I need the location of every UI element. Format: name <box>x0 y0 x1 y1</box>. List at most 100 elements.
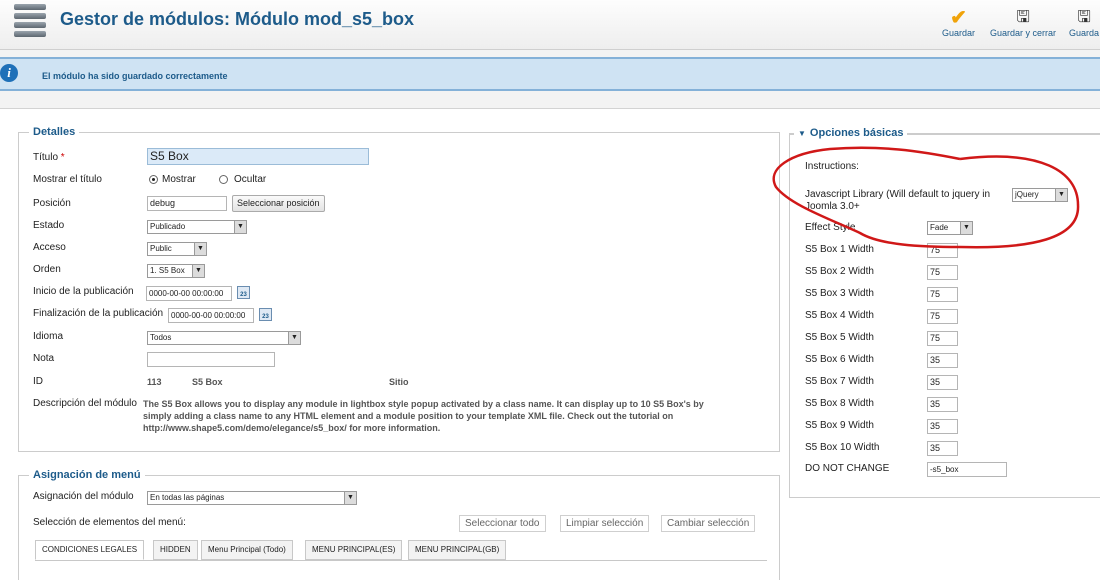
options-panel: ▼ Opciones básicas Instructions: Javascri… <box>789 127 1100 498</box>
js-library-label-line: Joomla 3.0+ <box>805 201 860 212</box>
description-line: The S5 Box allows you to display any mod… <box>143 399 704 409</box>
assignment-value: En todas las páginas <box>150 493 225 502</box>
js-library-value: jQuery <box>1015 190 1039 199</box>
module-description: The S5 Box allows you to display any mod… <box>143 398 704 434</box>
hide-title-option: Ocultar <box>234 174 267 185</box>
module-manager-icon <box>14 4 46 38</box>
check-icon: ✔ <box>950 7 967 29</box>
id-label: ID <box>33 376 43 387</box>
note-input[interactable] <box>147 352 275 367</box>
required-mark: * <box>60 152 65 163</box>
tab-hidden[interactable]: HIDDEN <box>153 540 198 560</box>
do-not-change-label: DO NOT CHANGE <box>805 463 890 474</box>
language-select[interactable]: Todos ▼ <box>147 331 301 345</box>
save-new-label: Guarda <box>1069 28 1100 38</box>
details-fieldset: Detalles Título * S5 Box Mostrar el títu… <box>18 126 780 452</box>
tab-menu-principal-todo[interactable]: Menu Principal (Todo) <box>201 540 293 560</box>
tab-condiciones-legales[interactable]: CONDICIONES LEGALES <box>35 540 145 560</box>
chevron-down-icon: ▼ <box>194 243 206 255</box>
width-input[interactable]: 35 <box>927 419 958 434</box>
description-line: http://www.shape5.com/demo/elegance/s5_b… <box>143 423 441 433</box>
width-label: S5 Box 7 Width <box>805 376 874 387</box>
width-input[interactable]: 75 <box>927 331 958 346</box>
width-label: S5 Box 9 Width <box>805 420 874 431</box>
position-input[interactable]: debug <box>147 196 227 211</box>
select-all-button[interactable]: Seleccionar todo <box>459 515 546 532</box>
save-label: Guardar <box>942 28 976 38</box>
options-header-text: Opciones básicas <box>809 127 904 139</box>
details-legend: Detalles <box>29 126 80 138</box>
state-label: Estado <box>33 220 65 231</box>
effect-style-label: Effect Style <box>805 222 856 233</box>
width-label: S5 Box 2 Width <box>805 266 874 277</box>
order-select[interactable]: 1. S5 Box ▼ <box>147 264 205 278</box>
width-label: S5 Box 10 Width <box>805 442 880 453</box>
tab-menu-principal-gb[interactable]: MENU PRINCIPAL(GB) <box>408 540 507 560</box>
width-input[interactable]: 75 <box>927 287 958 302</box>
position-label: Posición <box>33 198 71 209</box>
access-select[interactable]: Public ▼ <box>147 242 207 256</box>
calendar-icon[interactable]: 23 <box>237 286 250 299</box>
menu-assignment-fieldset: Asignación de menú Asignación del módulo… <box>18 469 780 580</box>
chevron-down-icon: ▼ <box>234 221 246 233</box>
width-input[interactable]: 75 <box>927 309 958 324</box>
description-label: Descripción del módulo <box>33 398 137 409</box>
width-input[interactable]: 35 <box>927 441 958 456</box>
title-label-text: Título <box>33 152 59 163</box>
order-label: Orden <box>33 264 61 275</box>
width-input[interactable]: 35 <box>927 353 958 368</box>
menu-selection-label: Selección de elementos del menú: <box>33 517 186 528</box>
save-button[interactable]: ✔ Guardar <box>942 8 975 38</box>
language-value: Todos <box>150 333 172 342</box>
options-header[interactable]: ▼ Opciones básicas <box>794 127 908 139</box>
order-value: 1. S5 Box <box>150 266 185 275</box>
content-area: Detalles Título * S5 Box Mostrar el títu… <box>0 108 1100 580</box>
language-label: Idioma <box>33 331 64 342</box>
do-not-change-input[interactable]: -s5_box <box>927 462 1007 477</box>
id-value: 113 <box>147 377 162 387</box>
js-library-select[interactable]: jQuery ▼ <box>1012 188 1068 202</box>
chevron-down-icon: ▼ <box>192 265 204 277</box>
id-module-name: S5 Box <box>192 377 223 387</box>
width-input[interactable]: 75 <box>927 243 958 258</box>
width-input[interactable]: 75 <box>927 265 958 280</box>
width-input[interactable]: 35 <box>927 397 958 412</box>
toggle-selection-button[interactable]: Cambiar selección <box>661 515 756 532</box>
chevron-down-icon: ▼ <box>960 222 972 234</box>
width-label: S5 Box 5 Width <box>805 332 874 343</box>
tab-menu-principal-es[interactable]: MENU PRINCIPAL(ES) <box>305 540 403 560</box>
show-title-radio[interactable] <box>149 175 158 184</box>
description-line: simply adding a class name to any HTML e… <box>143 411 674 421</box>
save-close-label: Guardar y cerrar <box>990 28 1057 38</box>
tabs-divider <box>35 560 767 561</box>
title-input[interactable]: S5 Box <box>147 148 369 165</box>
page-header: Gestor de módulos: Módulo mod_s5_box ✔ G… <box>0 0 1100 50</box>
instructions-label: Instructions: <box>805 161 859 172</box>
chevron-down-icon: ▼ <box>1055 189 1067 201</box>
width-label: S5 Box 4 Width <box>805 310 874 321</box>
save-close-icon: 🖫 <box>1016 9 1030 26</box>
assignment-label: Asignación del módulo <box>33 491 134 502</box>
publish-down-input[interactable]: 0000-00-00 00:00:00 <box>168 308 254 323</box>
publish-up-input[interactable]: 0000-00-00 00:00:00 <box>146 286 232 301</box>
effect-style-select[interactable]: Fade ▼ <box>927 221 973 235</box>
clear-selection-button[interactable]: Limpiar selección <box>560 515 650 532</box>
select-position-button[interactable]: Seleccionar posición <box>232 195 325 212</box>
assignment-select[interactable]: En todas las páginas ▼ <box>147 491 357 505</box>
publish-down-label: Finalización de la publicación <box>33 308 164 319</box>
state-select[interactable]: Publicado ▼ <box>147 220 247 234</box>
chevron-down-icon: ▼ <box>344 492 356 504</box>
access-label: Acceso <box>33 242 66 253</box>
state-value: Publicado <box>150 222 186 231</box>
access-value: Public <box>150 244 172 253</box>
hide-title-radio[interactable] <box>219 175 228 184</box>
save-new-button[interactable]: 🖫 Guarda <box>1069 8 1099 38</box>
message-text: El módulo ha sido guardado correctamente <box>42 71 228 81</box>
system-message: i El módulo ha sido guardado correctamen… <box>0 57 1100 91</box>
width-input[interactable]: 35 <box>927 375 958 390</box>
save-new-icon: 🖫 <box>1077 9 1091 26</box>
js-library-label-line: Javascript Library (Will default to jque… <box>805 189 991 200</box>
calendar-icon[interactable]: 23 <box>259 308 272 321</box>
publish-up-label: Inicio de la publicación <box>33 286 134 297</box>
save-close-button[interactable]: 🖫 Guardar y cerrar <box>990 8 1056 38</box>
